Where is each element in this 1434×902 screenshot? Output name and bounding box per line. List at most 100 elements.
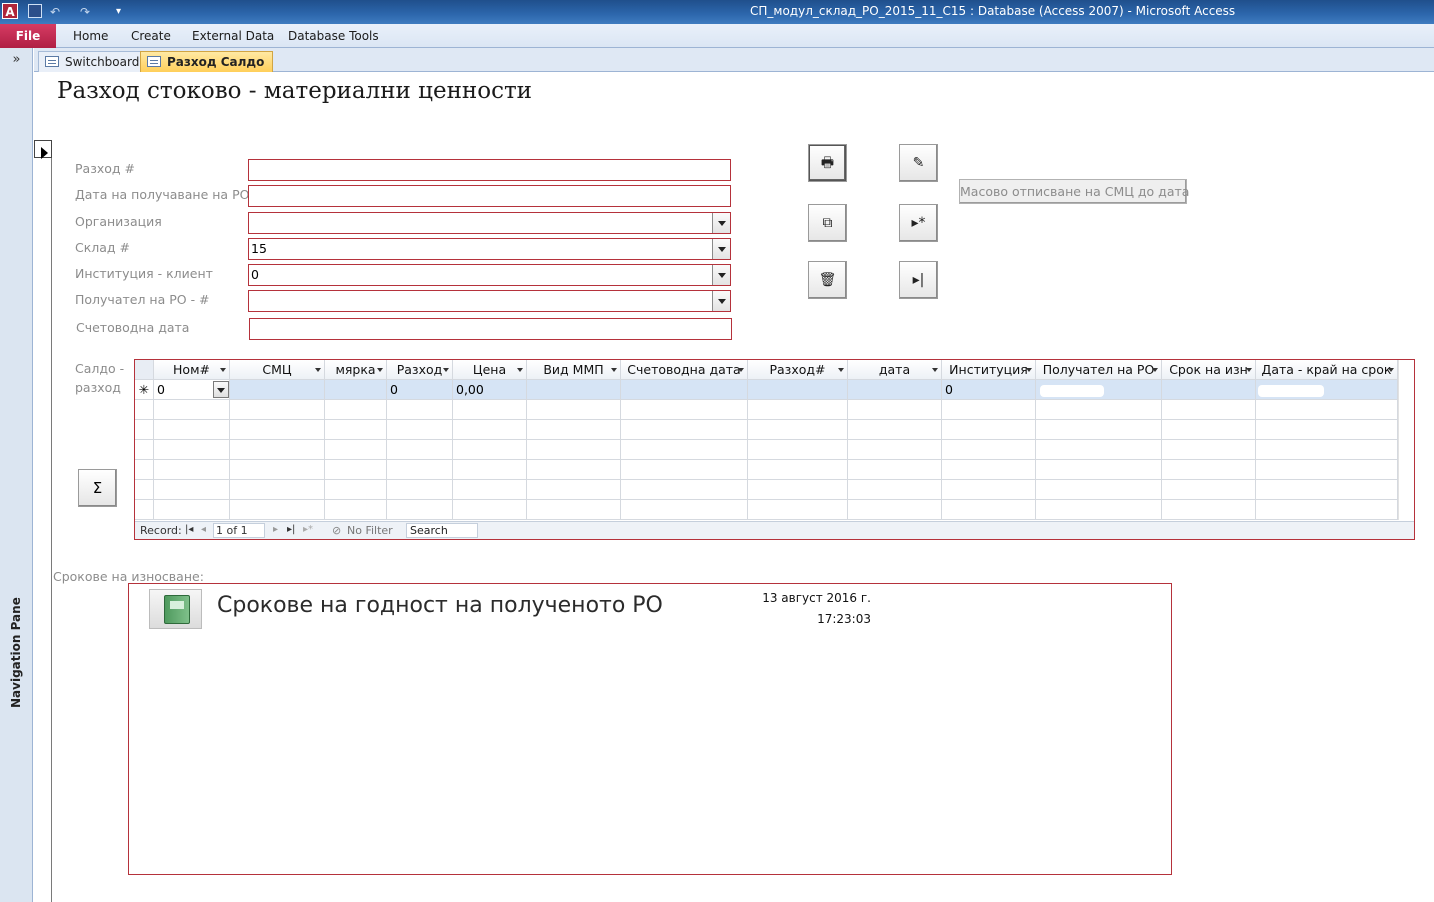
column-header-vid-mmp[interactable]: Вид ММП (527, 360, 621, 380)
new-record-button[interactable]: ▸* (899, 204, 938, 242)
no-filter-label[interactable]: No Filter (347, 524, 393, 537)
cell-data[interactable] (848, 380, 942, 400)
tab-switchboard-label: Switchboard (65, 55, 140, 69)
column-header-label: СМЦ (262, 362, 292, 377)
cell-razhod[interactable]: 0 (387, 380, 453, 400)
label-warehouse: Склад # (75, 240, 131, 255)
column-header-label: Разход# (769, 362, 826, 377)
column-header-myarka[interactable]: мярка (325, 360, 387, 380)
column-header-nom[interactable]: Ном# (154, 360, 230, 380)
navigation-pane[interactable]: » Navigation Pane (0, 48, 33, 902)
edit-button[interactable]: ✎ (899, 144, 938, 182)
empty-row (135, 460, 1398, 480)
sort-filter-arrow-icon[interactable] (838, 368, 844, 372)
wear-periods-report[interactable]: Срокове на годност на полученото РО 13 а… (128, 583, 1172, 875)
recipient-combo[interactable] (248, 290, 731, 312)
column-header-institution[interactable]: Институция (942, 360, 1036, 380)
redo-icon[interactable]: ↷ (80, 4, 90, 20)
sort-filter-arrow-icon[interactable] (611, 368, 617, 372)
mass-writeoff-button[interactable]: Масово отписване на СМЦ до дата (959, 179, 1189, 204)
delete-record-button[interactable]: 🗑 (808, 261, 847, 299)
undo-icon[interactable]: ↶ (50, 4, 60, 20)
column-header-tsena[interactable]: Цена (453, 360, 527, 380)
form-icon (147, 56, 161, 67)
organization-combo[interactable] (248, 212, 731, 234)
sort-filter-arrow-icon[interactable] (443, 368, 449, 372)
last-record-icon[interactable]: ▸| (287, 524, 295, 535)
current-record-selector[interactable] (34, 140, 52, 159)
previous-record-icon[interactable]: ◂ (201, 524, 206, 535)
column-header-recipient[interactable]: Получател на РО (1036, 360, 1162, 380)
saldo-razhod-subform[interactable]: Ном# СМЦ мярка Разход Цена Вид ММП Счето… (134, 359, 1415, 540)
sort-filter-arrow-icon[interactable] (1388, 368, 1394, 372)
sort-filter-arrow-icon[interactable] (1026, 368, 1032, 372)
vertical-scrollbar[interactable] (1398, 360, 1414, 520)
chevron-down-icon[interactable] (213, 381, 229, 398)
expand-nav-pane-icon[interactable]: » (0, 52, 33, 70)
navigation-pane-label[interactable]: Navigation Pane (9, 597, 23, 708)
new-record-row[interactable]: ✳ 0 0 0,00 0 (135, 380, 1398, 400)
sort-filter-arrow-icon[interactable] (517, 368, 523, 372)
cell-tsena[interactable]: 0,00 (453, 380, 527, 400)
column-header-label: Институция (949, 362, 1028, 377)
empty-row (135, 420, 1398, 440)
search-input[interactable]: Search (406, 523, 478, 538)
column-header-data[interactable]: дата (848, 360, 942, 380)
sort-filter-arrow-icon[interactable] (1246, 368, 1252, 372)
sum-button[interactable]: Σ (78, 469, 117, 507)
chevron-down-icon[interactable] (712, 265, 730, 285)
chevron-down-icon[interactable] (712, 239, 730, 259)
cell-razhod-no[interactable] (748, 380, 848, 400)
tab-database-tools[interactable]: Database Tools (288, 29, 379, 43)
razhod-no-field[interactable] (248, 159, 731, 181)
receipt-date-field[interactable] (248, 185, 731, 207)
record-selector[interactable] (34, 140, 52, 902)
column-header-accounting-date[interactable]: Счетоводна дата (621, 360, 748, 380)
sort-filter-arrow-icon[interactable] (1152, 368, 1158, 372)
cell-institution[interactable]: 0 (942, 380, 1036, 400)
sort-filter-arrow-icon[interactable] (315, 368, 321, 372)
sort-filter-arrow-icon[interactable] (220, 368, 226, 372)
cell-accounting-date[interactable] (621, 380, 748, 400)
cell-recipient[interactable] (1036, 380, 1162, 400)
copy-record-button[interactable]: ⧉ (808, 204, 847, 242)
cell-myarka[interactable] (325, 380, 387, 400)
tab-create[interactable]: Create (131, 29, 171, 43)
column-header-label: Цена (472, 362, 507, 377)
sort-filter-arrow-icon[interactable] (738, 368, 744, 372)
save-icon[interactable] (28, 4, 42, 18)
access-app-icon[interactable]: A (2, 3, 18, 19)
no-filter-icon[interactable]: ⊘ (332, 524, 341, 537)
first-record-icon[interactable]: |◂ (185, 524, 193, 535)
warehouse-combo[interactable]: 15 (248, 238, 731, 260)
last-record-button[interactable]: ▸| (899, 261, 938, 299)
chevron-down-icon[interactable] (712, 291, 730, 311)
label-accounting-date: Счетоводна дата (76, 320, 190, 335)
column-header-wear-period[interactable]: Срок на изн (1162, 360, 1256, 380)
cell-vid-mmp[interactable] (527, 380, 621, 400)
cell-smc[interactable] (230, 380, 325, 400)
column-header-smc[interactable]: СМЦ (230, 360, 325, 380)
column-header-razhod-no[interactable]: Разход# (748, 360, 848, 380)
file-tab[interactable]: File (0, 24, 56, 48)
column-header-razhod[interactable]: Разход (387, 360, 453, 380)
sort-filter-arrow-icon[interactable] (377, 368, 383, 372)
institution-client-combo[interactable]: 0 (248, 264, 731, 286)
tab-external-data[interactable]: External Data (192, 29, 274, 43)
select-all-corner[interactable] (135, 360, 154, 380)
print-button[interactable]: 🖶 (808, 144, 847, 182)
next-record-icon[interactable]: ▸ (273, 524, 278, 535)
tab-razhod-saldo[interactable]: Разход Салдо (140, 51, 274, 72)
chevron-down-icon[interactable] (712, 213, 730, 233)
cell-wear-period[interactable] (1162, 380, 1256, 400)
sort-filter-arrow-icon[interactable] (932, 368, 938, 372)
accounting-date-field[interactable] (249, 318, 732, 340)
column-header-end-date[interactable]: Дата - край на срок (1256, 360, 1398, 380)
cell-nom[interactable]: 0 (154, 380, 230, 400)
cell-end-date[interactable] (1256, 380, 1398, 400)
tab-home[interactable]: Home (73, 29, 108, 43)
customize-quick-access-icon[interactable]: ▾ (116, 4, 121, 20)
new-blank-record-icon[interactable]: ▸* (303, 524, 313, 535)
tab-switchboard[interactable]: Switchboard (38, 51, 149, 72)
current-record-field[interactable]: 1 of 1 (213, 523, 265, 538)
